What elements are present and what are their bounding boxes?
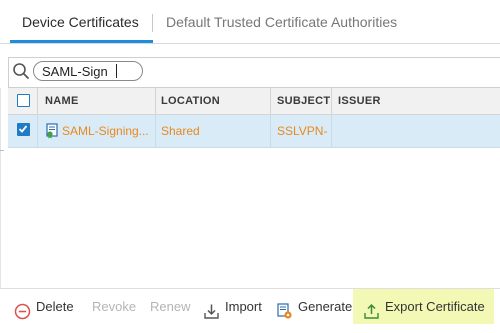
column-header-name[interactable]: NAME [45, 88, 79, 114]
location-cell: Shared [161, 124, 200, 138]
table-header: NAME LOCATION SUBJECT ISSUER [8, 88, 500, 115]
column-header-location[interactable]: LOCATION [161, 88, 220, 114]
revoke-label: Revoke [92, 299, 137, 314]
export-certificate-label: Export Certificate [385, 299, 485, 314]
column-header-subject[interactable]: SUBJECT [277, 88, 330, 114]
import-icon [203, 298, 220, 319]
import-button[interactable]: Import [203, 289, 265, 324]
left-rail [0, 88, 1, 288]
column-header-issuer[interactable]: ISSUER [338, 88, 381, 114]
left-rail-tick [0, 150, 4, 151]
column-divider [155, 88, 156, 114]
column-divider [270, 88, 271, 114]
table-row[interactable]: SAML-Signing... Shared SSLVPN- [8, 115, 500, 148]
tab-default-trusted-certificate-authorities[interactable]: Default Trusted Certificate Authorities [166, 14, 397, 30]
search-bar [8, 57, 500, 88]
tab-device-certificates[interactable]: Device Certificates [22, 14, 139, 30]
subject-cell: SSLVPN- [277, 124, 328, 138]
column-divider [37, 88, 38, 114]
row-checkbox[interactable] [17, 123, 30, 136]
issuer-cell [338, 115, 498, 147]
generate-icon [276, 298, 293, 319]
bottom-toolbar: Delete Revoke Renew Import Generate Expo… [0, 288, 500, 324]
column-divider [270, 115, 271, 147]
select-all-checkbox[interactable] [17, 94, 30, 107]
delete-label: Delete [36, 299, 74, 314]
renew-button[interactable]: Renew [150, 289, 192, 324]
text-caret [116, 64, 117, 78]
export-certificate-button[interactable]: Export Certificate [363, 289, 491, 324]
delete-icon [14, 298, 31, 320]
column-divider [155, 115, 156, 147]
certificate-name-link[interactable]: SAML-Signing... [62, 115, 154, 147]
tab-separator [152, 14, 153, 32]
search-icon[interactable] [12, 62, 30, 80]
generate-label: Generate [298, 299, 353, 314]
tab-bar: Device Certificates Default Trusted Cert… [0, 0, 500, 46]
column-divider [37, 115, 38, 147]
column-divider [331, 88, 332, 114]
import-label: Import [225, 299, 262, 314]
generate-button[interactable]: Generate [276, 289, 352, 324]
column-divider [331, 115, 332, 147]
renew-label: Renew [150, 299, 191, 314]
search-input[interactable] [33, 61, 143, 81]
tab-divider [0, 43, 500, 44]
certificate-icon [44, 123, 60, 139]
delete-button[interactable]: Delete [14, 289, 78, 324]
revoke-button[interactable]: Revoke [92, 289, 138, 324]
export-icon [363, 298, 380, 319]
